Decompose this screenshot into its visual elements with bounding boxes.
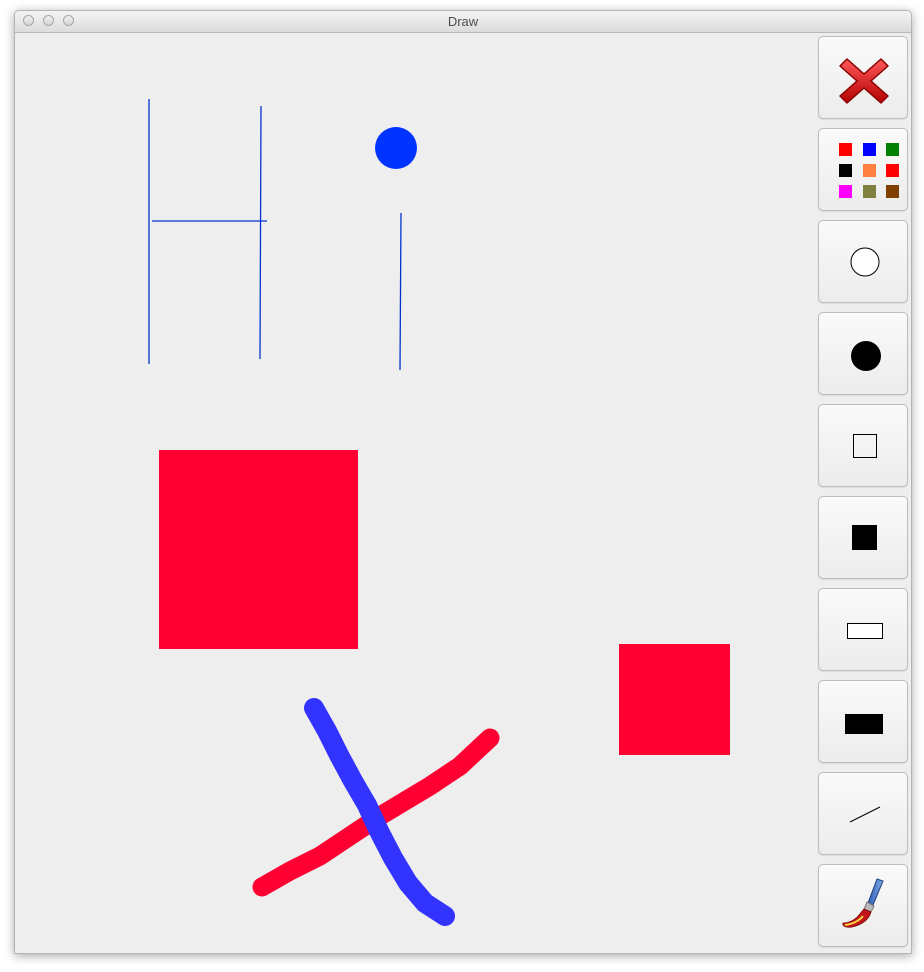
rectangle-filled-tool[interactable] <box>818 680 908 763</box>
close-icon <box>839 58 889 104</box>
window-title: Draw <box>447 14 479 29</box>
circle-outline-tool[interactable] <box>818 220 908 303</box>
color-swatch[interactable] <box>863 185 876 198</box>
dot-shape <box>375 127 417 169</box>
color-swatch[interactable] <box>839 164 852 177</box>
color-swatch[interactable] <box>886 185 899 198</box>
drawing-canvas[interactable] <box>15 33 815 953</box>
brush-tool[interactable] <box>818 864 908 947</box>
circle-filled-tool[interactable] <box>818 312 908 395</box>
square-filled-icon <box>852 525 877 550</box>
brush-stroke-blue <box>304 698 455 926</box>
color-swatch[interactable] <box>886 164 899 177</box>
filled-square <box>619 644 730 755</box>
rectangle-outline-icon <box>847 623 883 639</box>
square-outline-tool[interactable] <box>818 404 908 487</box>
thin-stroke <box>259 105 262 360</box>
title-bar: Draw <box>15 11 911 33</box>
color-swatch[interactable] <box>839 185 852 198</box>
color-swatch[interactable] <box>863 143 876 156</box>
filled-square <box>159 450 358 649</box>
circle-outline-icon <box>850 247 880 277</box>
color-picker-button[interactable] <box>818 128 908 211</box>
circle-filled-icon <box>851 341 881 371</box>
color-swatch[interactable] <box>886 143 899 156</box>
paintbrush-icon <box>842 878 884 928</box>
clear-button[interactable] <box>818 36 908 119</box>
line-tool[interactable] <box>818 772 908 855</box>
line-icon <box>849 806 881 823</box>
rectangle-filled-icon <box>845 714 883 734</box>
color-swatch[interactable] <box>863 164 876 177</box>
square-outline-icon <box>853 434 877 458</box>
color-swatch[interactable] <box>839 143 852 156</box>
palette-icon <box>839 143 899 198</box>
rectangle-outline-tool[interactable] <box>818 588 908 671</box>
thin-stroke <box>399 212 402 371</box>
square-filled-tool[interactable] <box>818 496 908 579</box>
app-window: Draw <box>14 10 912 954</box>
